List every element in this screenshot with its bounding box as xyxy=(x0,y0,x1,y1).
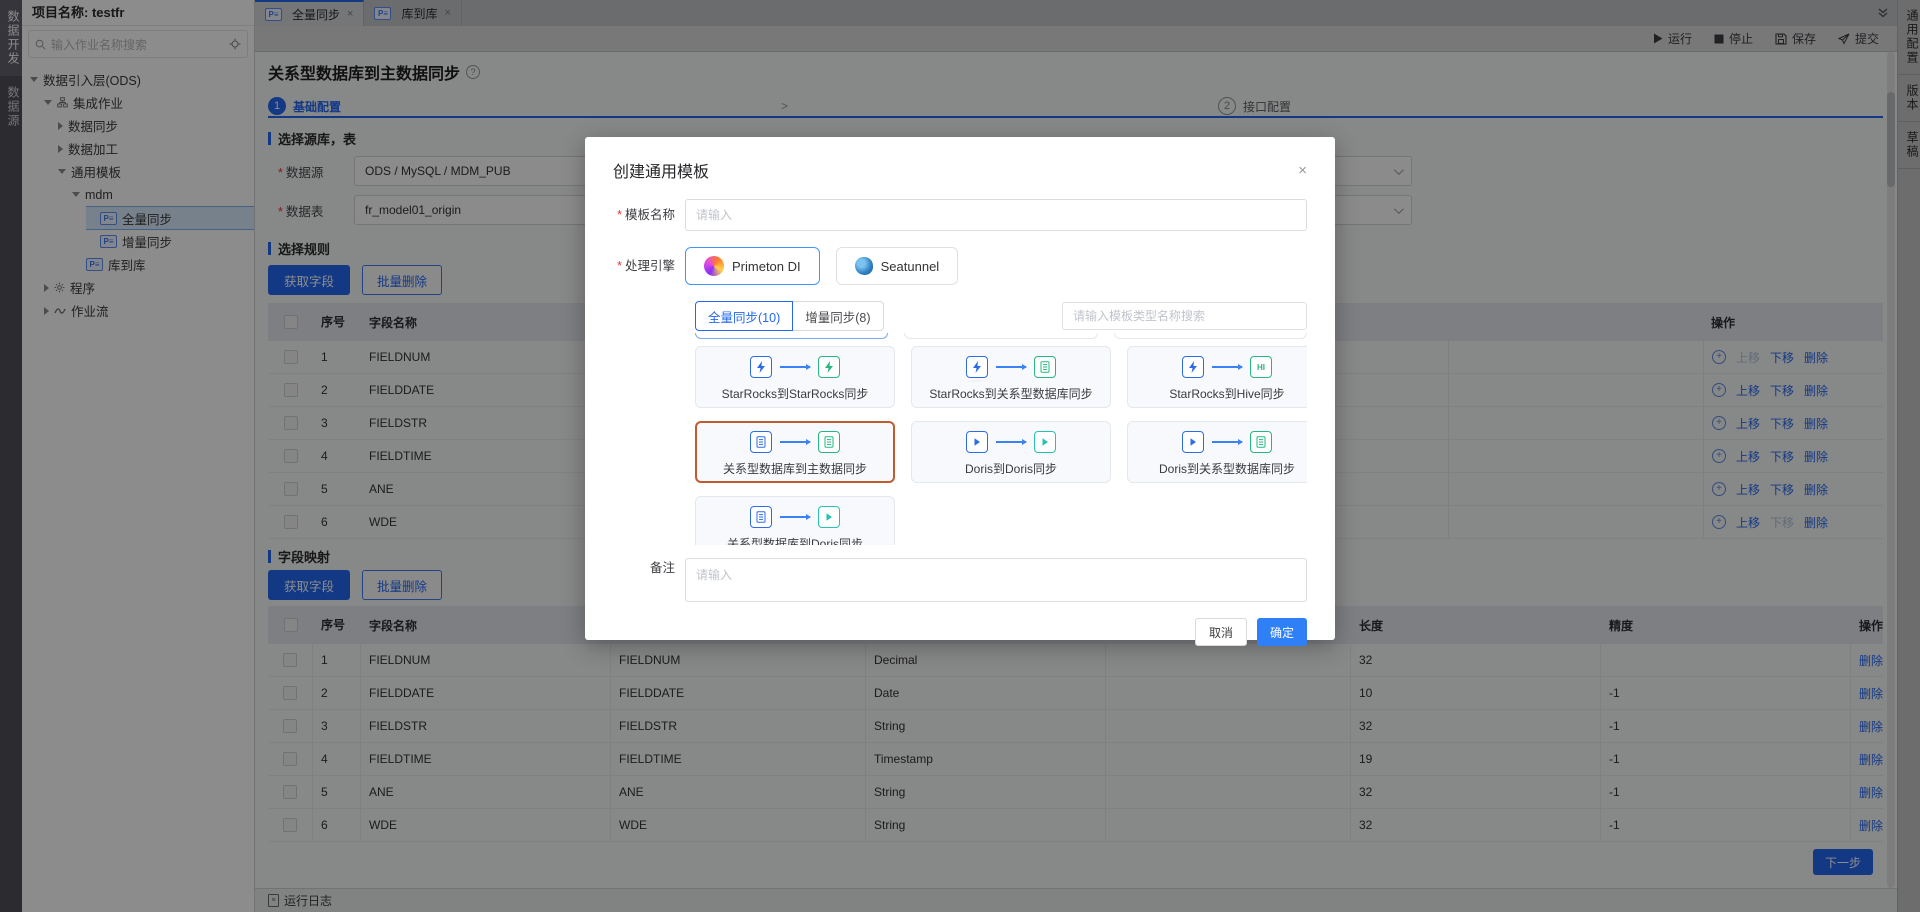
create-template-modal: 创建通用模板 × 模板名称 处理引擎 Primeton DI Seatunnel… xyxy=(585,137,1335,640)
starrocks-icon xyxy=(966,356,988,378)
cancel-button[interactable]: 取消 xyxy=(1195,618,1247,646)
tab-incr-sync-templates[interactable]: 增量同步(8) xyxy=(792,301,883,331)
starrocks-icon xyxy=(750,356,772,378)
tab-full-sync-templates[interactable]: 全量同步(10) xyxy=(695,301,793,331)
database-doc-icon xyxy=(818,431,840,453)
arrow-right-icon xyxy=(780,516,810,518)
arrow-right-icon xyxy=(1212,366,1242,368)
arrow-right-icon xyxy=(996,441,1026,443)
template-cards-scroll-area[interactable]: StarRocks到StarRocks同步 StarRocks到关系型数据库同步… xyxy=(695,333,1307,545)
primeton-logo-icon xyxy=(704,256,724,276)
hive-icon: HI xyxy=(1250,356,1272,378)
modal-title: 创建通用模板 xyxy=(613,158,709,182)
template-name-row: 模板名称 xyxy=(613,199,1307,231)
arrow-right-icon xyxy=(780,441,810,443)
database-doc-icon xyxy=(1034,356,1056,378)
doris-icon xyxy=(1182,431,1204,453)
arrow-right-icon xyxy=(780,366,810,368)
engine-seatunnel[interactable]: Seatunnel xyxy=(836,247,959,285)
remark-row: 备注 xyxy=(613,558,1307,602)
card-starrocks-to-hive[interactable]: HI StarRocks到Hive同步 xyxy=(1127,346,1307,408)
database-doc-icon xyxy=(1250,431,1272,453)
doris-icon xyxy=(1034,431,1056,453)
card-doris-to-rdb[interactable]: Doris到关系型数据库同步 xyxy=(1127,421,1307,483)
template-name-input[interactable] xyxy=(685,199,1307,231)
engine-label: 处理引擎 xyxy=(613,250,685,282)
card-starrocks-to-starrocks[interactable]: StarRocks到StarRocks同步 xyxy=(695,346,895,408)
template-type-tabs: 全量同步(10) 增量同步(8) xyxy=(695,301,1307,331)
card-rdb-to-doris[interactable]: 关系型数据库到Doris同步 xyxy=(695,496,895,545)
arrow-right-icon xyxy=(1212,441,1242,443)
database-doc-icon xyxy=(750,506,772,528)
database-doc-icon xyxy=(750,431,772,453)
remark-textarea[interactable] xyxy=(685,558,1307,602)
template-search-input[interactable] xyxy=(1062,302,1307,330)
seatunnel-logo-icon xyxy=(855,257,873,275)
template-name-label: 模板名称 xyxy=(613,199,685,231)
engine-row: 处理引擎 Primeton DI Seatunnel xyxy=(613,247,1307,285)
card-rdb-to-masterdata[interactable]: 关系型数据库到主数据同步 xyxy=(695,421,895,483)
starrocks-icon xyxy=(1182,356,1204,378)
starrocks-icon xyxy=(818,356,840,378)
doris-icon xyxy=(966,431,988,453)
doris-icon xyxy=(818,506,840,528)
remark-label: 备注 xyxy=(613,558,685,602)
card-starrocks-to-rdb[interactable]: StarRocks到关系型数据库同步 xyxy=(911,346,1111,408)
close-icon[interactable]: × xyxy=(1298,162,1307,179)
card-doris-to-doris[interactable]: Doris到Doris同步 xyxy=(911,421,1111,483)
confirm-button[interactable]: 确定 xyxy=(1257,618,1307,646)
arrow-right-icon xyxy=(996,366,1026,368)
engine-primeton-di[interactable]: Primeton DI xyxy=(685,247,820,285)
